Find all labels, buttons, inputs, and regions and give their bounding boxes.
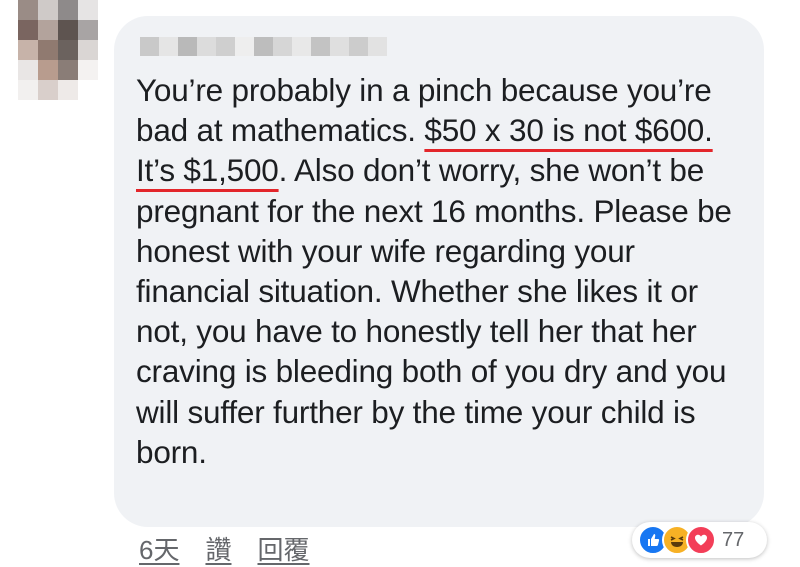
- like-button[interactable]: 讚: [205, 530, 231, 567]
- reply-button[interactable]: 回覆: [257, 530, 309, 567]
- comment-bubble: You’re probably in a pinch because you’r…: [114, 16, 764, 527]
- comment-text-part-2: . Also don’t worry, she won’t be pregnan…: [136, 152, 732, 470]
- reactions-summary[interactable]: 77: [632, 522, 767, 558]
- comment-text: You’re probably in a pinch because you’r…: [136, 70, 752, 472]
- reaction-count: 77: [722, 528, 745, 551]
- timestamp-link[interactable]: 6天: [139, 530, 179, 567]
- commenter-name[interactable]: [140, 37, 387, 56]
- avatar[interactable]: [18, 0, 98, 100]
- love-icon: [686, 525, 716, 555]
- comment-actions: 6天 讚 回覆: [139, 530, 310, 567]
